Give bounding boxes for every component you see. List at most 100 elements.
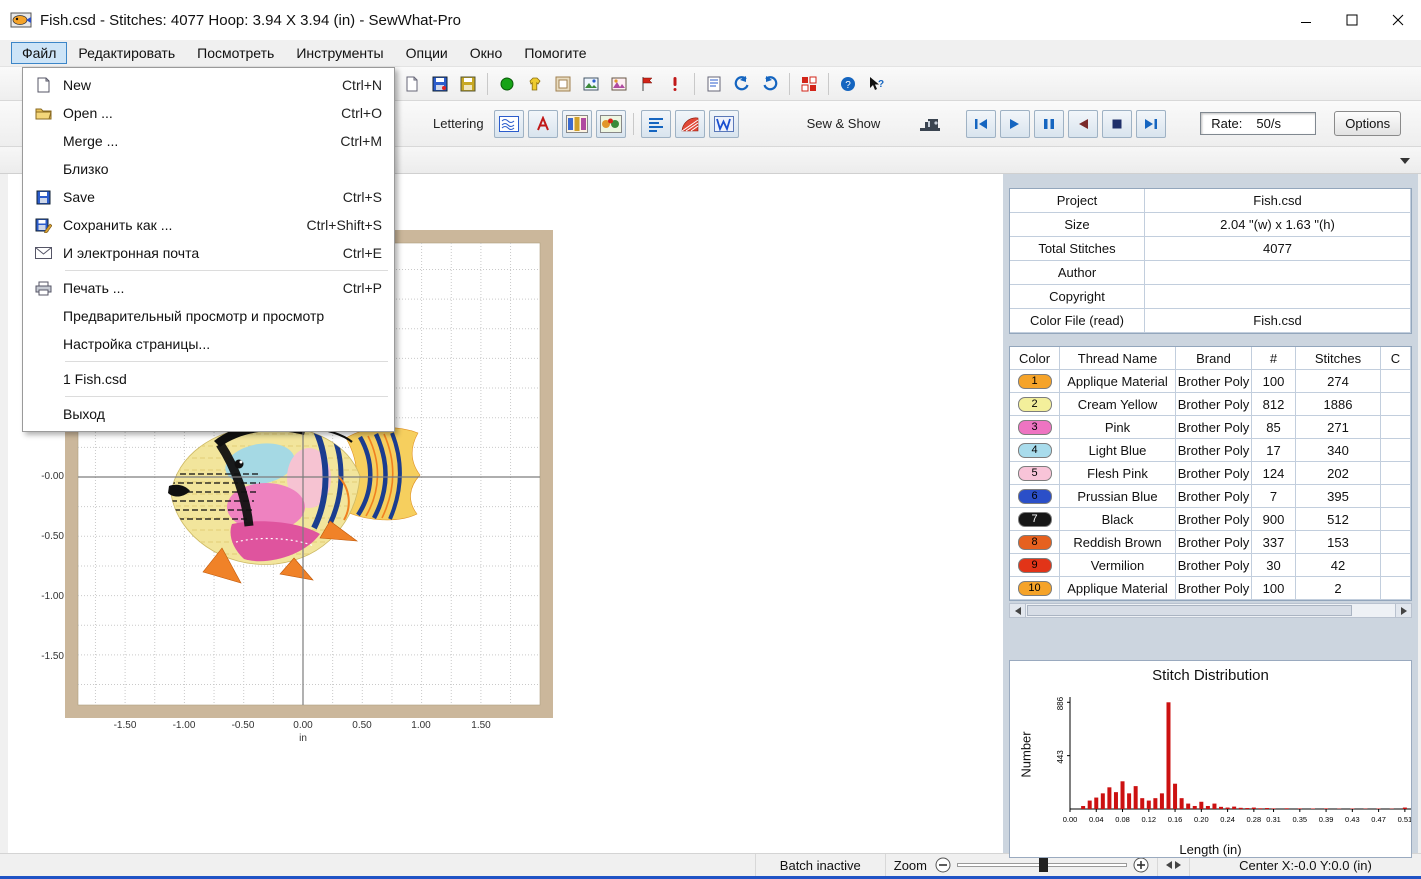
menu-tools[interactable]: Инструменты: [286, 43, 393, 63]
monogram-button[interactable]: [561, 109, 592, 138]
help-icon[interactable]: ?: [835, 71, 861, 97]
rotate-left-icon[interactable]: [729, 71, 755, 97]
file-menu-item-print[interactable]: Печать ... Ctrl+P: [23, 274, 394, 302]
skip-start-button[interactable]: [966, 109, 997, 138]
file-menu-item-print-preview[interactable]: Предварительный просмотр и просмотр: [23, 302, 394, 330]
skip-end-button[interactable]: [1136, 109, 1167, 138]
color-swatch[interactable]: 2: [1017, 396, 1052, 412]
thread-name-cell[interactable]: Prussian Blue: [1060, 485, 1176, 508]
applique-button[interactable]: [595, 109, 626, 138]
file-menu-item-recent-1[interactable]: 1 Fish.csd: [23, 365, 394, 393]
color-swatch[interactable]: 6: [1017, 488, 1052, 504]
context-help-icon[interactable]: ?: [863, 71, 889, 97]
color-swatch-cell[interactable]: 1: [1010, 370, 1060, 393]
color-swatch-cell[interactable]: 8: [1010, 531, 1060, 554]
file-menu-item-close[interactable]: Близко: [23, 155, 394, 183]
file-menu-item-exit[interactable]: Выход: [23, 400, 394, 428]
color-swatch[interactable]: 3: [1017, 419, 1052, 435]
chart-x-axis-label: Length (in): [1179, 842, 1242, 857]
file-menu-item-save-as[interactable]: Сохранить как ... Ctrl+Shift+S: [23, 211, 394, 239]
color-table-hscrollbar[interactable]: [1009, 603, 1412, 618]
minimize-icon: [1301, 22, 1311, 23]
export-disk-icon[interactable]: [455, 71, 481, 97]
scroll-left-icon[interactable]: [1010, 604, 1026, 617]
file-menu-item-email[interactable]: И электронная почта Ctrl+E: [23, 239, 394, 267]
pan-left-icon[interactable]: [1166, 861, 1172, 869]
thread-list-button[interactable]: [640, 109, 671, 138]
zoom-out-icon[interactable]: [935, 857, 951, 873]
tile-windows-icon[interactable]: [796, 71, 822, 97]
menu-help[interactable]: Помогите: [514, 43, 596, 63]
thread-name-cell[interactable]: Vermilion: [1060, 554, 1176, 577]
play-button[interactable]: [1000, 109, 1031, 138]
hoop-icon[interactable]: [550, 71, 576, 97]
sewing-machine-icon[interactable]: [917, 111, 943, 137]
close-button[interactable]: [1375, 0, 1421, 40]
design-image-2-icon[interactable]: [606, 71, 632, 97]
thread-name-cell[interactable]: Flesh Pink: [1060, 462, 1176, 485]
file-menu-item-merge[interactable]: Merge ... Ctrl+M: [23, 127, 394, 155]
thread-name-cell[interactable]: Cream Yellow: [1060, 393, 1176, 416]
notes-icon[interactable]: [701, 71, 727, 97]
thread-name-cell[interactable]: Reddish Brown: [1060, 531, 1176, 554]
menu-edit[interactable]: Редактировать: [68, 43, 185, 63]
color-swatch-cell[interactable]: 2: [1010, 393, 1060, 416]
color-swatch-cell[interactable]: 6: [1010, 485, 1060, 508]
green-dot-icon[interactable]: [494, 71, 520, 97]
menu-file[interactable]: Файл: [10, 42, 68, 64]
scroll-right-icon[interactable]: [1395, 604, 1411, 617]
stop-button[interactable]: [1102, 109, 1133, 138]
zoom-in-icon[interactable]: [1133, 857, 1149, 873]
tshirt-icon[interactable]: [522, 71, 548, 97]
file-menu-item-page-setup[interactable]: Настройка страницы...: [23, 330, 394, 358]
menu-options[interactable]: Опции: [396, 43, 458, 63]
step-back-button[interactable]: [1068, 109, 1099, 138]
scrollbar-thumb[interactable]: [1027, 605, 1352, 616]
color-swatch[interactable]: 9: [1017, 557, 1052, 573]
esv-lettering-button[interactable]: [493, 109, 524, 138]
color-swatch[interactable]: 7: [1017, 511, 1052, 527]
document-icon[interactable]: [399, 71, 425, 97]
design-image-icon[interactable]: [578, 71, 604, 97]
thread-name-cell[interactable]: Pink: [1060, 416, 1176, 439]
color-swatch-cell[interactable]: 10: [1010, 577, 1060, 600]
exclamation-icon[interactable]: [662, 71, 688, 97]
color-swatch-cell[interactable]: 4: [1010, 439, 1060, 462]
file-menu-item-save[interactable]: Save Ctrl+S: [23, 183, 394, 211]
flag-icon[interactable]: [634, 71, 660, 97]
thread-name-cell[interactable]: Applique Material: [1060, 577, 1176, 600]
menu-view[interactable]: Посмотреть: [187, 43, 284, 63]
options-button[interactable]: Options: [1334, 111, 1402, 136]
color-swatch-cell[interactable]: 9: [1010, 554, 1060, 577]
color-swatch[interactable]: 1: [1017, 373, 1052, 389]
color-swatch[interactable]: 10: [1017, 580, 1052, 596]
color-swatch[interactable]: 4: [1017, 442, 1052, 458]
menu-window[interactable]: Окно: [460, 43, 513, 63]
save-all-icon[interactable]: [427, 71, 453, 97]
pan-right-icon[interactable]: [1175, 861, 1181, 869]
font-button[interactable]: [527, 109, 558, 138]
zoom-slider-thumb[interactable]: [1038, 858, 1048, 872]
maximize-button[interactable]: [1329, 0, 1375, 40]
pause-button[interactable]: [1034, 109, 1065, 138]
stitches-cell: 153: [1296, 531, 1381, 554]
minimize-button[interactable]: [1283, 0, 1329, 40]
thread-name-cell[interactable]: Light Blue: [1060, 439, 1176, 462]
color-swatch[interactable]: 8: [1017, 534, 1052, 550]
file-menu-item-new[interactable]: New Ctrl+N: [23, 71, 394, 99]
chevron-down-icon[interactable]: [1395, 152, 1415, 169]
color-swatch-cell[interactable]: 5: [1010, 462, 1060, 485]
file-menu-item-open[interactable]: Open ... Ctrl+O: [23, 99, 394, 127]
zoom-slider[interactable]: [957, 858, 1127, 872]
stitch-distribution-panel: Stitch Distribution Number 443 886 0.00 0.0…: [1009, 660, 1412, 858]
wordart-button[interactable]: [708, 109, 739, 138]
rate-field[interactable]: Rate: 50/s: [1200, 112, 1317, 135]
thread-name-cell[interactable]: Applique Material: [1060, 370, 1176, 393]
color-swatch-cell[interactable]: 3: [1010, 416, 1060, 439]
color-swatch-cell[interactable]: 7: [1010, 508, 1060, 531]
color-swatch[interactable]: 5: [1017, 465, 1052, 481]
rotate-right-icon[interactable]: [757, 71, 783, 97]
fan-view-button[interactable]: [674, 109, 705, 138]
thread-name-cell[interactable]: Black: [1060, 508, 1176, 531]
scrollbar-track[interactable]: [1026, 604, 1395, 617]
